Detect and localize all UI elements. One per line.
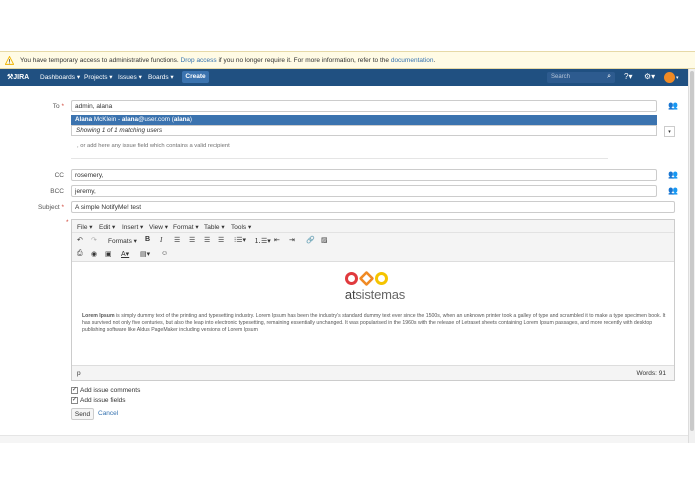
cancel-link[interactable]: Cancel: [98, 410, 118, 417]
banner-message: You have temporary access to administrat…: [20, 57, 436, 64]
menu-tools[interactable]: Tools ▾: [231, 223, 251, 231]
help-icon[interactable]: ?▾: [624, 72, 632, 81]
add-comments-label: Add issue comments: [80, 387, 141, 394]
menu-insert[interactable]: Insert ▾: [122, 223, 143, 231]
menu-table[interactable]: Table ▾: [204, 223, 225, 231]
divider: [71, 158, 608, 159]
matching-users-text: Showing 1 of 1 matching users: [71, 125, 657, 136]
editor-content[interactable]: atsistemas Lorem Ipsum is simply dummy t…: [72, 262, 674, 365]
element-path[interactable]: p: [77, 370, 81, 377]
jira-logo[interactable]: ⚒JIRA: [7, 73, 29, 81]
user-picker-icon[interactable]: 👥: [668, 186, 678, 195]
send-button[interactable]: Send: [71, 408, 94, 420]
editor-toolbar-1: ↶ ↷ Formats ▾ B I ☰ ☰ ☰ ☰ ⁝☰▾ ⒈☰▾ ⇤ ⇥ 🔗 …: [72, 233, 674, 248]
warning-icon: [5, 56, 14, 65]
subject-input[interactable]: A simple NotifyMe! test: [71, 201, 675, 213]
logo-text: atsistemas: [344, 287, 406, 302]
align-left-icon[interactable]: ☰: [174, 236, 180, 244]
documentation-link[interactable]: documentation: [391, 57, 434, 64]
drop-access-link[interactable]: Drop access: [181, 57, 217, 64]
editor-statusbar: p Words: 91: [72, 365, 674, 380]
undo-icon[interactable]: ↶: [77, 236, 83, 244]
to-label: To *: [52, 103, 64, 110]
formats-dropdown[interactable]: Formats ▾: [108, 237, 137, 245]
admin-warning-banner: You have temporary access to administrat…: [0, 51, 695, 69]
image-icon[interactable]: ▨: [321, 236, 328, 244]
editor-toolbar-2: ⎙ ◉ ▣ A▾ ▤▾ ☺: [72, 248, 674, 262]
print-icon[interactable]: ⎙: [77, 250, 83, 258]
bold-button[interactable]: B: [145, 236, 150, 243]
chevron-down-icon[interactable]: ▾: [676, 75, 679, 81]
media-icon[interactable]: ▣: [105, 250, 112, 258]
align-justify-icon[interactable]: ☰: [218, 236, 224, 244]
editor-menubar: File ▾ Edit ▾ Insert ▾ View ▾ Format ▾ T…: [72, 220, 674, 233]
bcc-input[interactable]: jeremy,: [71, 185, 657, 197]
create-button[interactable]: Create: [182, 71, 209, 83]
atsistemas-logo: atsistemas: [330, 270, 420, 304]
word-count: Words: 91: [636, 370, 666, 377]
to-input[interactable]: admin, alana: [71, 100, 657, 112]
search-icon[interactable]: ⌕: [607, 73, 611, 81]
avatar[interactable]: [664, 72, 675, 83]
scrollbar-thumb[interactable]: [690, 71, 694, 431]
align-right-icon[interactable]: ☰: [204, 236, 210, 244]
indent-icon[interactable]: ⇥: [289, 236, 295, 244]
numbered-list-icon[interactable]: ⒈☰▾: [254, 236, 271, 246]
emoticon-icon[interactable]: ☺: [161, 250, 168, 257]
link-icon[interactable]: 🔗: [306, 236, 315, 244]
menu-format[interactable]: Format ▾: [173, 223, 199, 231]
italic-button[interactable]: I: [160, 236, 162, 244]
bullet-list-icon[interactable]: ⁝☰▾: [234, 236, 246, 244]
subject-label: Subject *: [37, 204, 64, 211]
text-color-icon[interactable]: A▾: [121, 250, 129, 258]
redo-icon[interactable]: ↷: [91, 236, 97, 244]
background-color-icon[interactable]: ▤▾: [140, 250, 150, 258]
user-picker-icon[interactable]: 👥: [668, 101, 678, 110]
menu-view[interactable]: View ▾: [149, 223, 168, 231]
chevron-down-icon[interactable]: ▾: [664, 126, 675, 137]
body-paragraph: Lorem Ipsum is simply dummy text of the …: [82, 313, 666, 333]
nav-projects[interactable]: Projects ▾: [84, 73, 113, 81]
scrollbar[interactable]: [688, 69, 695, 443]
nav-issues[interactable]: Issues ▾: [118, 73, 142, 81]
menu-edit[interactable]: Edit ▾: [99, 223, 115, 231]
user-picker-icon[interactable]: 👥: [668, 170, 678, 179]
align-center-icon[interactable]: ☰: [189, 236, 195, 244]
logo-circles: [345, 270, 390, 287]
add-comments-checkbox[interactable]: ✓: [71, 387, 78, 394]
nav-boards[interactable]: Boards ▾: [148, 73, 174, 81]
required-marker: *: [66, 219, 69, 226]
bcc-label: BCC: [50, 188, 64, 195]
recipient-hint: , or add here any issue field which cont…: [77, 143, 230, 149]
cc-input[interactable]: rosemery,: [71, 169, 657, 181]
footer: [0, 435, 688, 443]
nav-dashboards[interactable]: Dashboards ▾: [40, 73, 80, 81]
preview-icon[interactable]: ◉: [91, 250, 97, 258]
add-fields-checkbox[interactable]: ✓: [71, 397, 78, 404]
search-input[interactable]: Search ⌕: [547, 72, 615, 83]
gear-icon[interactable]: ⚙▾: [644, 72, 655, 81]
top-nav: ⚒JIRA Dashboards ▾ Projects ▾ Issues ▾ B…: [0, 69, 688, 86]
add-fields-label: Add issue fields: [80, 397, 126, 404]
menu-file[interactable]: File ▾: [77, 223, 93, 231]
user-suggestion[interactable]: Alana McKlein - alana@user.com (alana): [71, 115, 657, 125]
cc-label: CC: [54, 172, 64, 179]
rich-text-editor: File ▾ Edit ▾ Insert ▾ View ▾ Format ▾ T…: [71, 219, 675, 381]
outdent-icon[interactable]: ⇤: [274, 236, 280, 244]
